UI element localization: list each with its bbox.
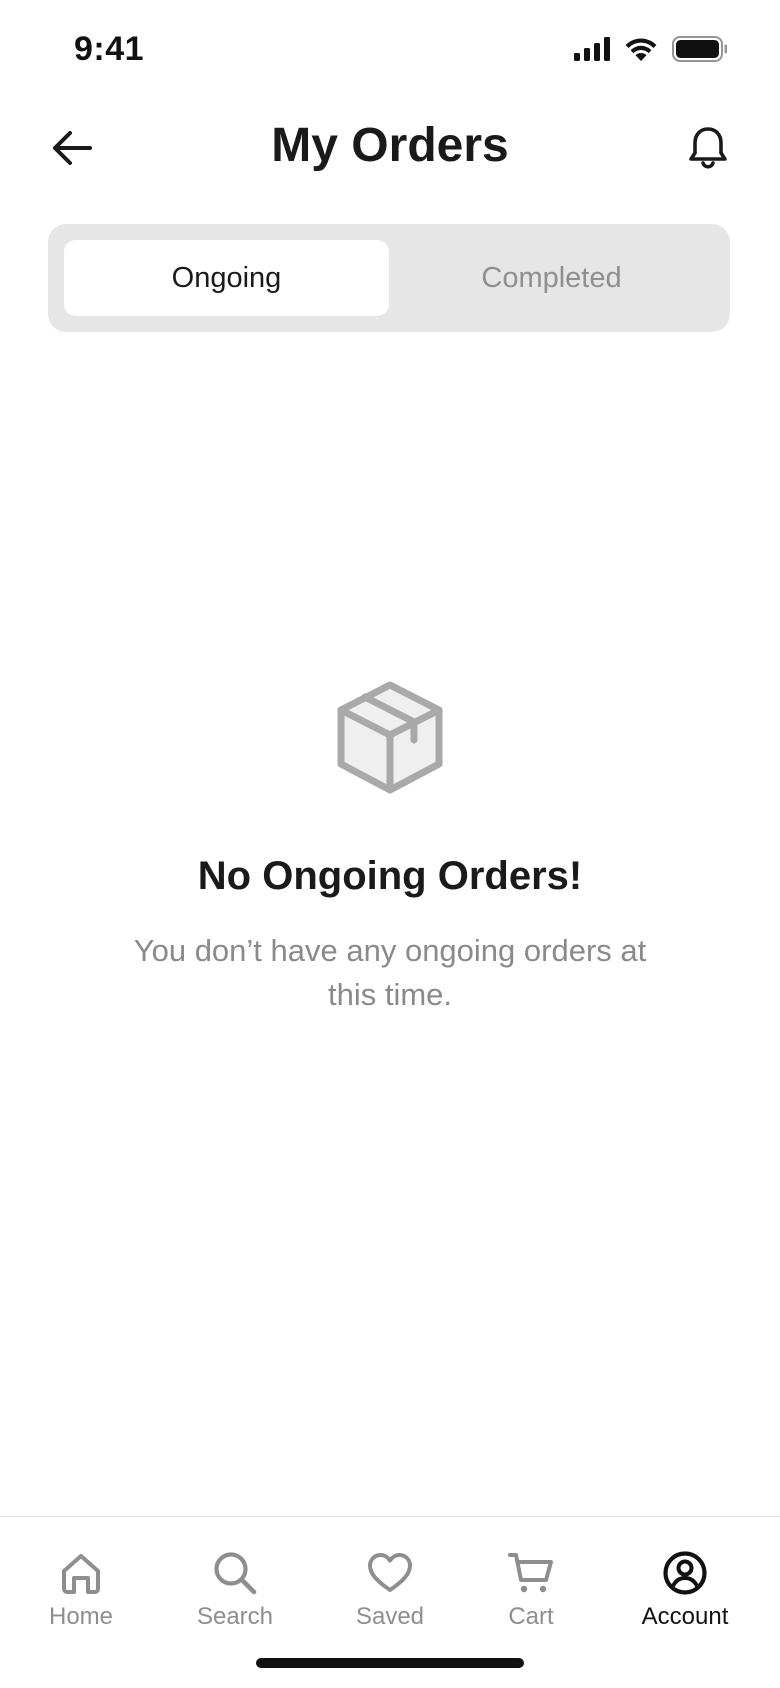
nav-label-saved: Saved <box>355 1603 425 1630</box>
empty-state-subtitle: You don’t have any ongoing orders at thi… <box>133 933 647 1012</box>
nav-item-cart[interactable]: Cart <box>461 1549 601 1631</box>
tab-ongoing[interactable]: Ongoing <box>64 240 389 316</box>
orders-screen: 9:41 My Orders Ongoing Completed No Ongo… <box>0 0 780 1688</box>
account-icon <box>615 1549 755 1597</box>
empty-state: No Ongoing Orders! You don’t have any on… <box>0 680 780 1017</box>
home-indicator <box>256 1658 524 1668</box>
nav-label-home: Home <box>48 1603 114 1630</box>
search-icon <box>165 1549 305 1597</box>
status-bar: 9:41 <box>0 0 780 100</box>
battery-icon <box>672 36 728 67</box>
header: My Orders <box>0 100 780 200</box>
bell-icon <box>689 127 727 169</box>
page-title: My Orders <box>271 119 509 172</box>
notifications-button[interactable] <box>680 120 736 176</box>
status-time: 9:41 <box>74 30 145 68</box>
nav-label-search: Search <box>196 1603 274 1630</box>
nav-item-home[interactable]: Home <box>11 1549 151 1631</box>
status-icons <box>574 36 728 67</box>
wifi-icon <box>624 36 658 67</box>
nav-item-saved[interactable]: Saved <box>320 1549 460 1631</box>
tab-completed[interactable]: Completed <box>389 240 714 316</box>
nav-item-account[interactable]: Account <box>615 1549 755 1631</box>
nav-label-account: Account <box>641 1603 729 1630</box>
cellular-signal-icon <box>574 37 610 66</box>
heart-icon <box>320 1549 460 1597</box>
empty-state-title: No Ongoing Orders! <box>197 854 583 898</box>
cart-icon <box>461 1549 601 1597</box>
nav-label-cart: Cart <box>508 1603 554 1630</box>
order-status-tabs: Ongoing Completed <box>48 224 730 332</box>
home-icon <box>11 1549 151 1597</box>
package-icon <box>0 680 780 796</box>
nav-item-search[interactable]: Search <box>165 1549 305 1631</box>
